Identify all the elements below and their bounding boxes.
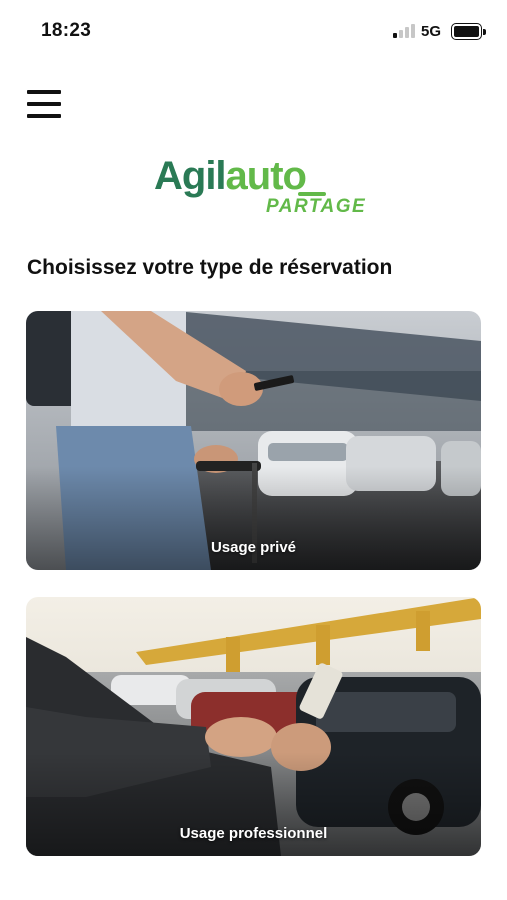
app-screen: 18:23 5G Agilauto PARTAGE Choisissez vot… <box>0 0 507 900</box>
logo-brand-part1: Agil <box>154 154 227 198</box>
private-usage-label: Usage privé <box>210 539 297 556</box>
professional-usage-label: Usage professionnel <box>179 825 328 842</box>
page-title: Choisissez votre type de réservation <box>27 256 393 279</box>
private-usage-card[interactable]: Usage privé <box>26 311 481 570</box>
hamburger-menu-icon[interactable] <box>25 86 63 122</box>
battery-icon <box>451 23 486 40</box>
logo-wordmark: Agilauto <box>154 152 307 200</box>
private-usage-photo <box>26 311 481 570</box>
network-type: 5G <box>421 23 442 40</box>
logo-brand-part2: auto <box>225 154 307 198</box>
agilauto-logo: Agilauto PARTAGE <box>154 152 374 222</box>
professional-usage-card[interactable]: Usage professionnel <box>26 597 481 856</box>
status-bar: 18:23 5G <box>0 0 507 64</box>
logo-tagline: PARTAGE <box>266 196 367 217</box>
professional-usage-photo <box>26 597 481 856</box>
status-time: 18:23 <box>41 20 92 41</box>
cellular-signal-icon <box>393 24 415 38</box>
